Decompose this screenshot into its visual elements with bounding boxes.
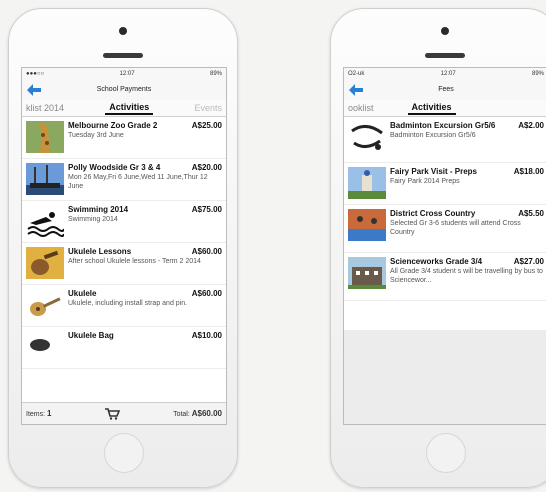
tab-events[interactable]: Events: [190, 103, 226, 113]
list-item[interactable]: District Cross Country A$5.50 Selected Gr…: [344, 205, 546, 253]
item-price: A$25.00: [191, 121, 222, 130]
speaker: [425, 53, 465, 58]
tab-booklist[interactable]: ooklist: [344, 103, 378, 113]
item-desc: All Grade 3/4 student s will be travelli…: [390, 268, 543, 284]
screen-left: ●●●○○ 12:07 89% School Payments klist 20…: [21, 67, 227, 425]
tab-bar: klist 2014 Activities Events: [22, 100, 226, 117]
items-count: 1: [47, 409, 52, 418]
items-label: Items:: [26, 411, 46, 418]
activity-list: Melbourne Zoo Grade 2 A$25.00 Tuesday 3rd…: [22, 117, 226, 369]
tab-checklist[interactable]: klist 2014: [22, 103, 68, 113]
camera: [119, 27, 127, 35]
item-desc: Tuesday 3rd June: [68, 132, 124, 139]
total-value: A$60.00: [191, 409, 222, 418]
list-item[interactable]: Scienceworks Grade 3/4 A$27.00 All Grade …: [344, 253, 546, 301]
item-desc: Ukulele, including install strap and pin…: [68, 300, 188, 307]
giraffe-photo-icon: [26, 121, 64, 153]
fees-list: Badminton Excursion Gr5/6 A$2.00 Badminto…: [344, 117, 546, 301]
ukulele-photo-icon: [26, 247, 64, 279]
status-bar: O2-uk 12:07 89%: [344, 68, 546, 80]
carrier: O2-uk: [348, 71, 365, 77]
list-item[interactable]: Swimming 2014 A$75.00 Swimming 2014: [22, 201, 226, 243]
item-title: Swimming 2014: [68, 205, 129, 214]
badminton-icon: [348, 121, 386, 153]
item-price: A$20.00: [191, 163, 222, 172]
phone-left: ●●●○○ 12:07 89% School Payments klist 20…: [8, 8, 238, 488]
item-title: Scienceworks Grade 3/4: [390, 257, 483, 266]
item-price: A$60.00: [191, 289, 222, 298]
cart-footer: Items: 1 Total: A$60.00: [22, 402, 226, 424]
ship-photo-icon: [26, 163, 64, 195]
nav-title: School Payments: [96, 86, 152, 93]
total-label: Total:: [173, 411, 190, 418]
home-button[interactable]: [426, 433, 466, 473]
item-price: A$5.50: [518, 209, 544, 218]
list-item[interactable]: Ukulele A$60.00 Ukulele, including instal…: [22, 285, 226, 327]
cart-icon[interactable]: [104, 407, 121, 420]
battery-level: 89%: [531, 71, 544, 77]
list-item[interactable]: Melbourne Zoo Grade 2 A$25.00 Tuesday 3rd…: [22, 117, 226, 159]
tab-activities[interactable]: Activities: [105, 101, 154, 115]
home-button[interactable]: [104, 433, 144, 473]
item-title: Polly Woodside Gr 3 & 4: [68, 163, 161, 172]
tab-activities[interactable]: Activities: [407, 101, 456, 115]
castle-photo-icon: [348, 167, 386, 199]
nav-bar: Fees: [344, 80, 546, 100]
status-time: 12:07: [440, 71, 456, 77]
item-price: A$75.00: [191, 205, 222, 214]
item-desc: Swimming 2014: [68, 216, 118, 223]
phone-right: O2-uk 12:07 89% Fees ooklist Activities …: [330, 8, 546, 488]
camera: [441, 27, 449, 35]
item-desc: Mon 26 May,Fri 6 June,Wed 11 June,Thur 1…: [68, 174, 208, 190]
screen-right: O2-uk 12:07 89% Fees ooklist Activities …: [343, 67, 546, 425]
list-item[interactable]: Ukulele Lessons A$60.00 After school Ukul…: [22, 243, 226, 285]
empty-area: [344, 330, 546, 424]
item-desc: Selected Gr 3-6 students will attend Cro…: [390, 220, 521, 236]
status-time: 12:07: [119, 71, 135, 77]
item-title: Badminton Excursion Gr5/6: [390, 121, 496, 130]
building-photo-icon: [348, 257, 386, 289]
nav-bar: School Payments: [22, 80, 226, 100]
item-price: A$18.00: [513, 167, 544, 176]
signal-icon: ●●●○○: [26, 71, 45, 77]
list-item[interactable]: Ukulele Bag A$10.00: [22, 327, 226, 369]
item-desc: After school Ukulele lessons - Term 2 20…: [68, 258, 201, 265]
battery-level: 89%: [209, 71, 222, 77]
item-desc: Badminton Excursion Gr5/6: [390, 132, 476, 139]
swimmer-icon: [26, 205, 64, 237]
item-title: Ukulele: [68, 289, 97, 298]
list-item[interactable]: Fairy Park Visit - Preps A$18.00 Fairy Pa…: [344, 163, 546, 205]
status-bar: ●●●○○ 12:07 89%: [22, 68, 226, 80]
item-title: District Cross Country: [390, 209, 476, 218]
item-price: A$60.00: [191, 247, 222, 256]
list-item[interactable]: Badminton Excursion Gr5/6 A$2.00 Badminto…: [344, 117, 546, 163]
item-price: A$10.00: [191, 331, 222, 340]
item-title: Ukulele Bag: [68, 331, 114, 340]
item-title: Ukulele Lessons: [68, 247, 132, 256]
running-photo-icon: [348, 209, 386, 241]
tab-bar: ooklist Activities: [344, 100, 546, 117]
item-title: Melbourne Zoo Grade 2: [68, 121, 158, 130]
speaker: [103, 53, 143, 58]
item-price: A$27.00: [513, 257, 544, 266]
ukulele-icon: [26, 289, 64, 321]
bag-icon: [26, 331, 64, 363]
nav-title: Fees: [438, 86, 454, 93]
item-desc: Fairy Park 2014 Preps: [390, 178, 460, 185]
item-title: Fairy Park Visit - Preps: [390, 167, 478, 176]
list-item[interactable]: Polly Woodside Gr 3 & 4 A$20.00 Mon 26 Ma…: [22, 159, 226, 201]
item-price: A$2.00: [518, 121, 544, 130]
